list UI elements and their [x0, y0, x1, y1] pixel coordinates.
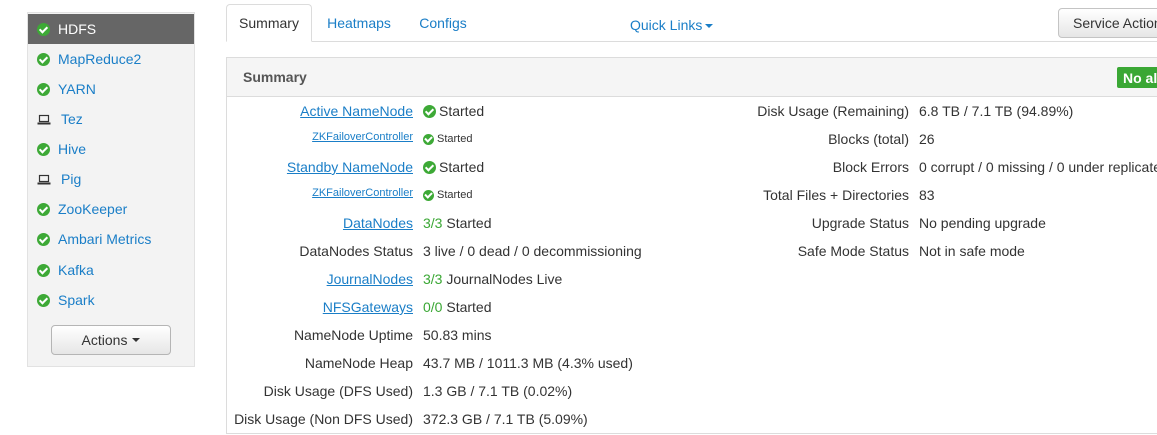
namenode-uptime-label: NameNode Uptime [293, 327, 413, 343]
summary-panel-header: Summary No alerts [227, 58, 1157, 97]
tab-heatmaps[interactable]: Heatmaps [316, 4, 402, 42]
sidebar-item-label: Hive [58, 141, 87, 157]
tab-summary[interactable]: Summary [226, 4, 312, 42]
check-circle-icon [37, 263, 50, 277]
upgrade-status-label: Upgrade Status [811, 215, 909, 231]
quick-links-dropdown[interactable]: Quick Links [630, 17, 714, 33]
caret-down-icon [705, 24, 714, 29]
status-value: 26 [919, 131, 935, 147]
actions-button-label: Actions [81, 332, 128, 348]
sidebar-item-mapreduce2[interactable]: MapReduce2 [28, 44, 194, 74]
status-value: Not in safe mode [919, 243, 1025, 259]
sidebar-item-label: YARN [58, 81, 96, 97]
status-value: 83 [919, 187, 935, 203]
check-circle-icon [37, 202, 50, 216]
service-sidebar: HDFS MapReduce2 YARN Tez Hive Pig ZooKee… [27, 12, 195, 367]
check-circle-icon [37, 293, 50, 307]
check-circle-icon [37, 232, 50, 246]
sidebar-item-spark[interactable]: Spark [28, 285, 194, 315]
sidebar-item-label: HDFS [58, 21, 97, 37]
nfsgateways-count: 0/0 [423, 299, 443, 315]
alerts-badge[interactable]: No alerts [1117, 67, 1157, 88]
sidebar-item-hdfs[interactable]: HDFS [28, 14, 194, 44]
sidebar-item-label: Pig [61, 171, 82, 187]
sidebar-item-pig[interactable]: Pig [28, 164, 194, 194]
status-value: 372.3 GB / 7.1 TB (5.09%) [423, 411, 588, 427]
status-value: No pending upgrade [919, 215, 1046, 231]
sidebar-item-label: ZooKeeper [58, 201, 128, 217]
status-value: 43.7 MB / 1011.3 MB (4.3% used) [423, 355, 633, 371]
status-value: 0 corrupt / 0 missing / 0 under replicat… [919, 159, 1157, 175]
disk-remaining-label: Disk Usage (Remaining) [757, 103, 909, 119]
quick-links-label: Quick Links [630, 17, 703, 33]
sidebar-item-label: MapReduce2 [58, 51, 142, 67]
sidebar-item-zookeeper[interactable]: ZooKeeper [28, 194, 194, 224]
sidebar-item-ambari-metrics[interactable]: Ambari Metrics [28, 224, 194, 254]
safe-mode-label: Safe Mode Status [797, 243, 909, 259]
sidebar-item-label: Tez [61, 111, 83, 127]
status-value: 1.3 GB / 7.1 TB (0.02%) [423, 383, 573, 399]
actions-button[interactable]: Actions [51, 325, 171, 355]
total-files-label: Total Files + Directories [763, 187, 909, 203]
sidebar-item-tez[interactable]: Tez [28, 104, 194, 134]
sidebar-item-kafka[interactable]: Kafka [28, 255, 194, 285]
check-circle-icon [37, 22, 50, 36]
sidebar-item-hive[interactable]: Hive [28, 134, 194, 164]
caret-down-icon [132, 338, 141, 342]
check-circle-icon [37, 142, 50, 156]
service-actions-button[interactable]: Service Actions [1058, 8, 1157, 38]
summary-panel: Summary No alerts Active NameNode Starte… [226, 57, 1157, 434]
status-value: Started [446, 299, 492, 315]
namenode-heap-label: NameNode Heap [304, 355, 413, 371]
check-circle-icon [37, 52, 50, 66]
check-circle-icon [37, 82, 50, 96]
tab-configs[interactable]: Configs [405, 4, 481, 42]
blocks-total-label: Blocks (total) [828, 131, 909, 147]
status-value: 6.8 TB / 7.1 TB (94.89%) [919, 103, 1074, 119]
status-value: 50.83 mins [423, 327, 492, 343]
sidebar-item-label: Ambari Metrics [58, 231, 152, 247]
sidebar-item-label: Spark [58, 292, 95, 308]
laptop-icon [37, 114, 51, 124]
sidebar-item-label: Kafka [58, 262, 94, 278]
block-errors-label: Block Errors [832, 159, 909, 175]
panel-title: Summary [243, 69, 307, 85]
sidebar-item-yarn[interactable]: YARN [28, 74, 194, 104]
journalnodes-count: 3/3 [423, 271, 443, 287]
laptop-icon [37, 174, 51, 184]
disk-dfs-used-label: Disk Usage (DFS Used) [263, 383, 413, 399]
service-actions-label: Service Actions [1073, 15, 1157, 31]
journalnodes-link[interactable]: JournalNodes [327, 271, 413, 287]
nfsgateways-link[interactable]: NFSGateways [323, 299, 413, 315]
status-value: JournalNodes Live [446, 271, 563, 287]
disk-non-dfs-used-label: Disk Usage (Non DFS Used) [234, 411, 413, 427]
